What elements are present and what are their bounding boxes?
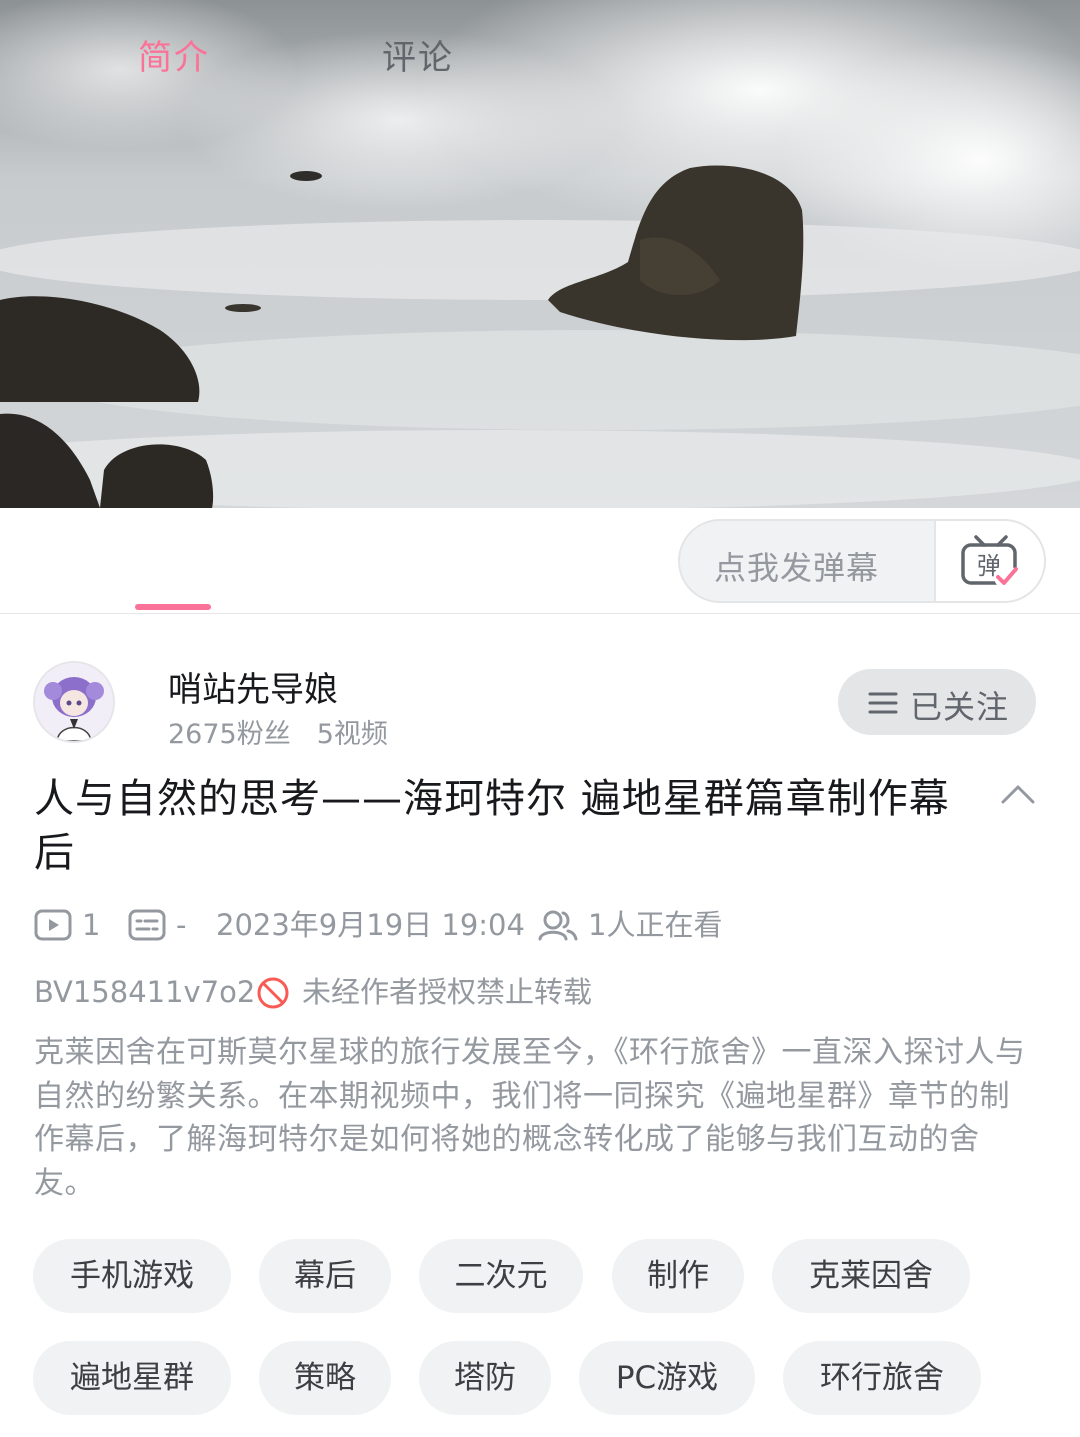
danmaku-toggle-icon: 弹 — [961, 535, 1018, 589]
copyright-notice: 未经作者授权禁止转载 — [302, 975, 593, 1009]
uploader-name[interactable]: 哨站先导娘 — [168, 662, 338, 711]
danmaku-toggle-button[interactable]: 弹 — [934, 521, 1044, 601]
danmaku-count-icon — [128, 909, 166, 941]
tag-item[interactable]: PC游戏 — [579, 1341, 755, 1415]
tag-item[interactable]: 策略 — [259, 1341, 391, 1415]
publish-date: 2023年9月19日 19:04 — [216, 908, 525, 942]
watching-count: 1人正在看 — [588, 908, 723, 942]
no-repost-icon — [257, 977, 289, 1009]
bv-row: BV158411v7o2 未经作者授权禁止转载 — [34, 970, 592, 1014]
uploader-videos: 5视频 — [316, 719, 388, 750]
tag-item[interactable]: 二次元 — [419, 1239, 583, 1313]
tag-item[interactable]: 幕后 — [259, 1239, 391, 1313]
bvid: BV158411v7o2 — [34, 975, 256, 1009]
danmaku-count: - — [176, 908, 187, 942]
follow-label: 已关注 — [910, 688, 1010, 726]
tab-intro[interactable]: 简介 — [138, 30, 210, 79]
video-title: 人与自然的思考——海珂特尔 遍地星群篇章制作幕后 — [34, 776, 950, 876]
video-description: 克莱因舍在可斯莫尔星球的旅行发展至今，《环行旅舍》一直深入探讨人与自然的纷繁关系… — [34, 1035, 1026, 1201]
tag-item[interactable]: 环行旅舍 — [783, 1341, 981, 1415]
uploader-fans: 2675粉丝 — [168, 719, 291, 750]
tab-comments[interactable]: 评论 — [382, 30, 454, 79]
tag-item[interactable]: 手机游戏 — [33, 1239, 231, 1313]
menu-icon — [868, 692, 898, 714]
danmaku-input[interactable]: 点我发弹幕 — [714, 543, 879, 589]
avatar[interactable] — [33, 661, 115, 743]
follow-button[interactable]: 已关注 — [838, 669, 1036, 735]
avatar-image — [35, 663, 113, 741]
tag-item[interactable]: 克莱因舍 — [772, 1239, 970, 1313]
tag-item[interactable]: 塔防 — [419, 1341, 551, 1415]
active-tab-indicator — [135, 604, 211, 610]
tag-item[interactable]: 遍地星群 — [33, 1341, 231, 1415]
play-count-icon — [34, 909, 72, 941]
uploader-stats: 2675粉丝 5视频 — [168, 712, 388, 751]
viewers-icon — [538, 910, 578, 941]
chevron-up-icon[interactable] — [1000, 782, 1036, 806]
play-count: 1 — [82, 908, 101, 942]
tag-item[interactable]: 制作 — [612, 1239, 744, 1313]
danmaku-bar: 点我发弹幕 弹 — [678, 519, 1046, 603]
